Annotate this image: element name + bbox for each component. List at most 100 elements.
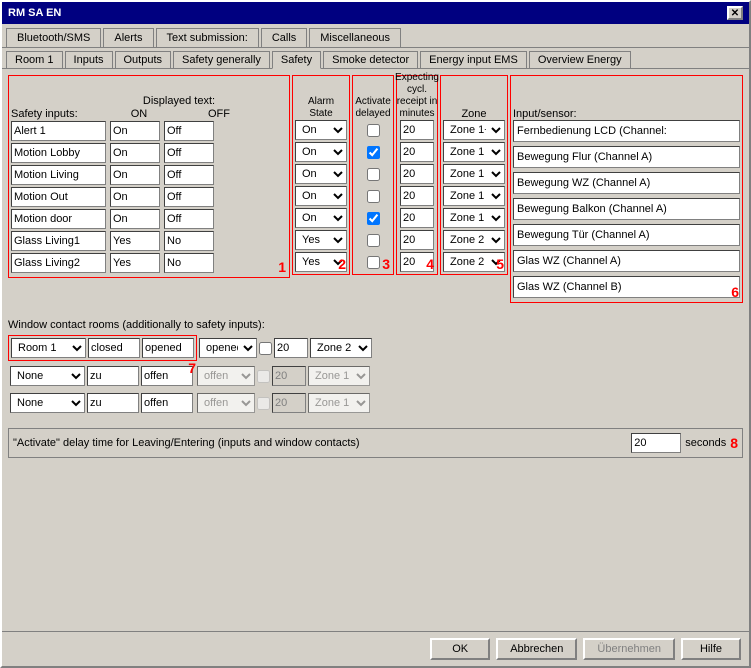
input-name-0[interactable] [11,121,106,141]
input-on-2[interactable] [110,165,160,185]
ok-button[interactable]: OK [430,638,490,660]
tab-miscellaneous[interactable]: Miscellaneous [309,28,401,47]
expecting-rows [399,120,435,272]
input-on-4[interactable] [110,209,160,229]
sensor-item-2: Bewegung WZ (Channel A) [513,172,740,194]
tab-overview-energy[interactable]: Overview Energy [529,51,631,68]
alarm-select-0[interactable]: On [295,120,347,140]
input-name-1[interactable] [11,143,106,163]
section-1: Safety inputs: Displayed text: ON OFF [8,75,290,278]
displayed-text-header: Displayed text: [143,95,215,107]
wc-cb-1 [257,370,270,383]
wc-closed-2[interactable] [87,393,139,413]
abbrechen-button[interactable]: Abbrechen [496,638,577,660]
input-on-0[interactable] [110,121,160,141]
activate-cb-0[interactable] [367,124,380,137]
zone-select-0[interactable]: Zone 1+2 [443,120,505,140]
wc-opened-1[interactable] [141,366,193,386]
alarm-select-5[interactable]: Yes [295,230,347,250]
wc-row-1: None offen Zone 1 [8,364,743,388]
expect-3[interactable] [400,186,434,206]
wc-closed-0[interactable] [88,338,140,358]
section-6-label: 6 [731,284,739,300]
input-name-6[interactable] [11,253,106,273]
input-off-4[interactable] [164,209,214,229]
wc-row-2: None offen Zone 1 [8,391,743,415]
wc-alarm-0[interactable]: opened [199,338,257,358]
section-2: Alarm State On On On On On Yes Yes 2 [292,75,350,275]
wc-zone-1: Zone 1 [308,366,370,386]
wc-room-select-0[interactable]: Room 1 [11,338,86,358]
alarm-select-3[interactable]: On [295,186,347,206]
zone-select-4[interactable]: Zone 1 [443,208,505,228]
activate-cb-5[interactable] [367,234,380,247]
title-bar: RM SA EN ✕ [2,2,749,24]
activate-delay-input[interactable] [631,433,681,453]
wc-room-select-1[interactable]: None [10,366,85,386]
input-off-0[interactable] [164,121,214,141]
row-motion-out [11,187,287,207]
wc-zone-0[interactable]: Zone 2 [310,338,372,358]
input-off-2[interactable] [164,165,214,185]
wc-opened-0[interactable] [142,338,194,358]
tab-text-submission[interactable]: Text submission: [156,28,259,47]
wc-closed-1[interactable] [87,366,139,386]
input-name-2[interactable] [11,165,106,185]
input-name-4[interactable] [11,209,106,229]
tab-room1[interactable]: Room 1 [6,51,63,68]
input-name-3[interactable] [11,187,106,207]
wc-cb-0[interactable] [259,342,272,355]
input-on-5[interactable] [110,231,160,251]
zone-select-2[interactable]: Zone 1 [443,164,505,184]
expect-2[interactable] [400,164,434,184]
tab-calls[interactable]: Calls [261,28,307,47]
section-4-label: 4 [426,256,434,272]
activate-cb-6[interactable] [367,256,380,269]
input-name-5[interactable] [11,231,106,251]
input-off-5[interactable] [164,231,214,251]
input-on-6[interactable] [110,253,160,273]
expect-5[interactable] [400,230,434,250]
wc-opened-2[interactable] [141,393,193,413]
section-5: Zone Zone 1+2 Zone 1 Zone 1 Zone 1 Zone … [440,75,508,275]
alarm-select-1[interactable]: On [295,142,347,162]
close-button[interactable]: ✕ [727,6,743,20]
activate-cb-2[interactable] [367,168,380,181]
expect-1[interactable] [400,142,434,162]
zone-select-1[interactable]: Zone 1 [443,142,505,162]
activate-cb-3[interactable] [367,190,380,203]
input-off-3[interactable] [164,187,214,207]
input-on-3[interactable] [110,187,160,207]
tab-alerts[interactable]: Alerts [103,28,153,47]
main-content: Safety inputs: Displayed text: ON OFF [2,69,749,631]
tab-smoke-detector[interactable]: Smoke detector [323,51,418,68]
tab-inputs[interactable]: Inputs [65,51,113,68]
hilfe-button[interactable]: Hilfe [681,638,741,660]
expecting-header: Expecting cycl. receipt in minutes [395,72,439,120]
activate-delayed-header: Activate delayed [355,96,391,120]
activate-cb-4[interactable] [367,212,380,225]
window-contacts-title: Window contact rooms (additionally to sa… [8,319,743,331]
input-off-6[interactable] [164,253,214,273]
input-sensor-header: Input/sensor: [513,108,577,120]
alarm-select-4[interactable]: On [295,208,347,228]
input-off-1[interactable] [164,143,214,163]
tab-outputs[interactable]: Outputs [115,51,172,68]
sensor-item-4: Bewegung Tür (Channel A) [513,224,740,246]
tab-bluetooth-sms[interactable]: Bluetooth/SMS [6,28,101,47]
alarm-select-2[interactable]: On [295,164,347,184]
zone-select-5[interactable]: Zone 2 [443,230,505,250]
wc-room-select-2[interactable]: None [10,393,85,413]
wc-expect-0[interactable] [274,338,308,358]
input-on-1[interactable] [110,143,160,163]
tab-safety[interactable]: Safety [272,51,321,69]
expect-4[interactable] [400,208,434,228]
input-sensor-rows: Fernbedienung LCD (Channel: Bewegung Flu… [513,120,740,300]
tab-energy-input-ems[interactable]: Energy input EMS [420,51,527,68]
expect-0[interactable] [400,120,434,140]
zone-select-3[interactable]: Zone 1 [443,186,505,206]
tab-safety-generally[interactable]: Safety generally [173,51,270,68]
activate-cb-1[interactable] [367,146,380,159]
ubernehmen-button[interactable]: Übernehmen [583,638,675,660]
wc-expect-2 [272,393,306,413]
